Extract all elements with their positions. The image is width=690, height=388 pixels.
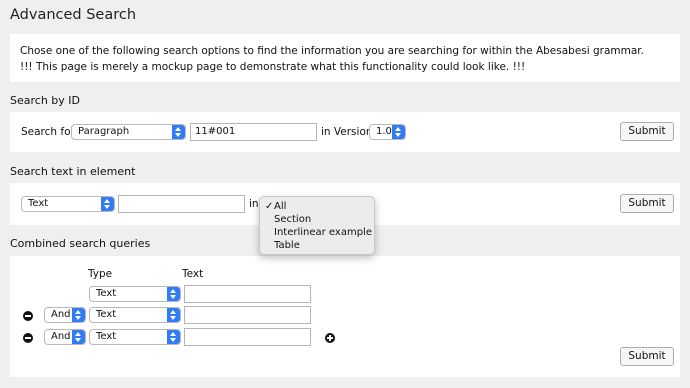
mockup-warning: !!! This page is merely a mockup page to… xyxy=(20,61,526,73)
checkmark-icon: ✓ xyxy=(265,201,274,212)
chevron-updown-icon xyxy=(392,125,405,139)
dropdown-option-label: Table xyxy=(274,240,300,251)
search-by-id-submit-button[interactable]: Submit xyxy=(620,122,674,141)
search-text-input[interactable] xyxy=(118,195,245,213)
intro-text: Chose one of the following search option… xyxy=(20,45,645,57)
version-select[interactable]: 1.0 xyxy=(369,124,406,140)
query-text-input[interactable] xyxy=(184,285,311,303)
remove-row-icon[interactable] xyxy=(23,333,33,343)
chevron-updown-icon xyxy=(72,308,85,322)
operator-select[interactable]: And xyxy=(44,307,86,323)
dropdown-option-table[interactable]: Table xyxy=(260,239,374,252)
dropdown-option-label: Section xyxy=(274,214,312,225)
search-text-heading: Search text in element xyxy=(10,165,136,178)
search-by-id-panel: Search for Paragraph 11#001 in Version 1… xyxy=(10,112,680,152)
query-type-value: Text xyxy=(96,331,117,342)
in-label: in xyxy=(249,198,259,210)
in-version-label: in Version xyxy=(321,126,373,138)
query-text-input[interactable] xyxy=(184,328,311,346)
column-type-label: Type xyxy=(88,268,113,280)
query-text-input[interactable] xyxy=(184,306,311,324)
query-type-select[interactable]: Text xyxy=(89,307,181,323)
query-type-value: Text xyxy=(96,288,117,299)
element-scope-dropdown[interactable]: ✓ All Section Interlinear example Table xyxy=(259,196,375,255)
id-input[interactable]: 11#001 xyxy=(190,123,317,141)
intro-panel: Chose one of the following search option… xyxy=(10,34,680,82)
search-text-submit-button[interactable]: Submit xyxy=(620,194,674,213)
search-for-label: Search for xyxy=(21,126,75,138)
combined-panel: Type Text Text And Text And Text Submit xyxy=(10,256,680,377)
operator-value: And xyxy=(51,309,71,320)
operator-value: And xyxy=(51,331,71,342)
search-type-value: Paragraph xyxy=(78,126,130,137)
element-type-select[interactable]: Text xyxy=(21,196,115,212)
dropdown-option-all[interactable]: ✓ All xyxy=(260,200,374,213)
version-value: 1.0 xyxy=(376,126,392,137)
dropdown-option-interlinear-example[interactable]: Interlinear example xyxy=(260,226,374,239)
chevron-updown-icon xyxy=(167,330,180,344)
search-type-select[interactable]: Paragraph xyxy=(71,124,186,140)
add-row-icon[interactable] xyxy=(325,333,335,343)
remove-row-icon[interactable] xyxy=(23,311,33,321)
chevron-updown-icon xyxy=(72,330,85,344)
query-type-value: Text xyxy=(96,309,117,320)
combined-submit-button[interactable]: Submit xyxy=(620,347,674,366)
chevron-updown-icon xyxy=(101,197,114,211)
dropdown-option-label: All xyxy=(274,201,287,212)
column-text-label: Text xyxy=(182,268,204,280)
chevron-updown-icon xyxy=(172,125,185,139)
dropdown-option-section[interactable]: Section xyxy=(260,213,374,226)
query-type-select[interactable]: Text xyxy=(89,286,181,302)
combined-heading: Combined search queries xyxy=(10,237,151,250)
operator-select[interactable]: And xyxy=(44,329,86,345)
page-title: Advanced Search xyxy=(10,7,137,23)
element-type-value: Text xyxy=(28,198,49,209)
chevron-updown-icon xyxy=(167,308,180,322)
dropdown-option-label: Interlinear example xyxy=(274,227,372,238)
chevron-updown-icon xyxy=(167,287,180,301)
query-type-select[interactable]: Text xyxy=(89,329,181,345)
search-by-id-heading: Search by ID xyxy=(10,94,80,107)
